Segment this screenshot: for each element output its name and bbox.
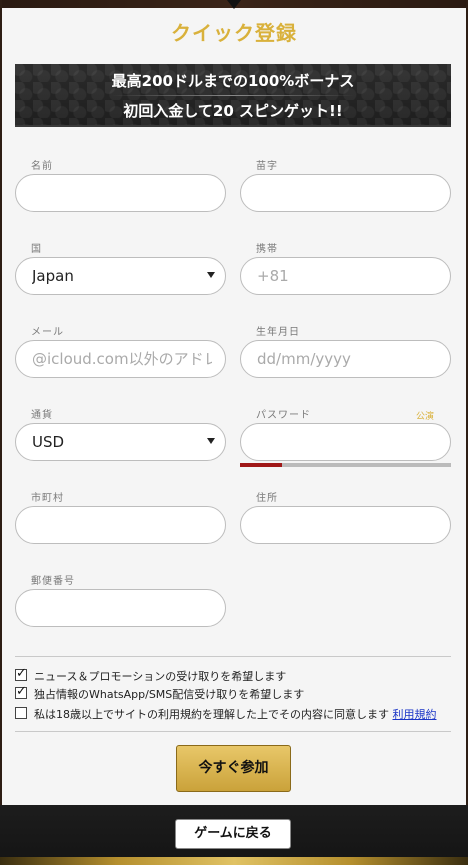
postal-code-label: 郵便番号: [31, 576, 75, 587]
sms-checkbox[interactable]: [15, 684, 27, 699]
email-label: メール: [31, 327, 64, 338]
password-strength-fill: [240, 463, 282, 467]
dropdown-caret-icon: [207, 272, 215, 278]
currency-value: USD: [32, 433, 65, 451]
email-field[interactable]: [15, 340, 226, 378]
country-select[interactable]: Japan: [15, 257, 226, 295]
password-input[interactable]: [257, 424, 437, 460]
terms-checkbox[interactable]: [15, 707, 27, 719]
sms-checkbox-label: 独占情報のWhatsApp/SMS配信受け取りを希望します: [34, 688, 305, 701]
currency-label: 通貨: [31, 410, 53, 421]
terms-link[interactable]: 利用規約: [393, 708, 437, 721]
dropdown-caret-icon: [207, 438, 215, 444]
top-notch: [227, 0, 241, 9]
newsletter-checkbox-label: ニュース＆プロモーションの受け取りを希望します: [34, 670, 287, 683]
email-input[interactable]: [32, 341, 212, 377]
address-field[interactable]: [240, 506, 451, 544]
address-input[interactable]: [257, 507, 437, 543]
mobile-field[interactable]: [240, 257, 451, 295]
first-name-input[interactable]: [32, 175, 212, 211]
divider: [15, 731, 451, 732]
divider: [15, 656, 451, 657]
birthdate-label: 生年月日: [256, 327, 300, 338]
postal-code-field[interactable]: [15, 589, 226, 627]
newsletter-checkbox[interactable]: [15, 666, 27, 681]
page-title: クイック登録: [171, 21, 297, 45]
password-label: パスワード: [256, 410, 311, 421]
password-field[interactable]: [240, 423, 451, 461]
postal-code-input[interactable]: [32, 590, 212, 626]
bonus-line-1: 最高200ドルまでの100%ボーナス: [111, 72, 355, 90]
city-field[interactable]: [15, 506, 226, 544]
address-label: 住所: [256, 493, 278, 504]
show-password-toggle[interactable]: 公演: [416, 409, 434, 422]
terms-checkbox-label: 私は18歳以上でサイトの利用規約を理解した上でその内容に同意します: [34, 708, 389, 721]
banner-divider: [111, 95, 355, 96]
footer-gold-trim: [0, 857, 468, 865]
left-frame: [0, 0, 2, 865]
mobile-input[interactable]: [257, 258, 437, 294]
city-input[interactable]: [32, 507, 212, 543]
currency-select[interactable]: USD: [15, 423, 226, 461]
city-label: 市町村: [31, 493, 64, 504]
mobile-label: 携帯: [256, 244, 278, 255]
last-name-input[interactable]: [257, 175, 437, 211]
birthdate-field[interactable]: [240, 340, 451, 378]
first-name-label: 名前: [31, 161, 53, 172]
first-name-field[interactable]: [15, 174, 226, 212]
country-label: 国: [31, 244, 42, 255]
join-now-button[interactable]: 今すぐ参加: [176, 745, 291, 792]
bonus-line-2: 初回入金して20 スピンゲット!!: [123, 102, 343, 120]
country-value: Japan: [32, 267, 74, 285]
last-name-field[interactable]: [240, 174, 451, 212]
birthdate-input[interactable]: [257, 341, 437, 377]
last-name-label: 苗字: [256, 161, 278, 172]
bonus-banner: 最高200ドルまでの100%ボーナス 初回入金して20 スピンゲット!!: [15, 64, 451, 127]
back-to-games-button[interactable]: ゲームに戻る: [175, 819, 291, 849]
terms-checkbox-text: 私は18歳以上でサイトの利用規約を理解した上でその内容に同意します 利用規約: [34, 706, 437, 722]
